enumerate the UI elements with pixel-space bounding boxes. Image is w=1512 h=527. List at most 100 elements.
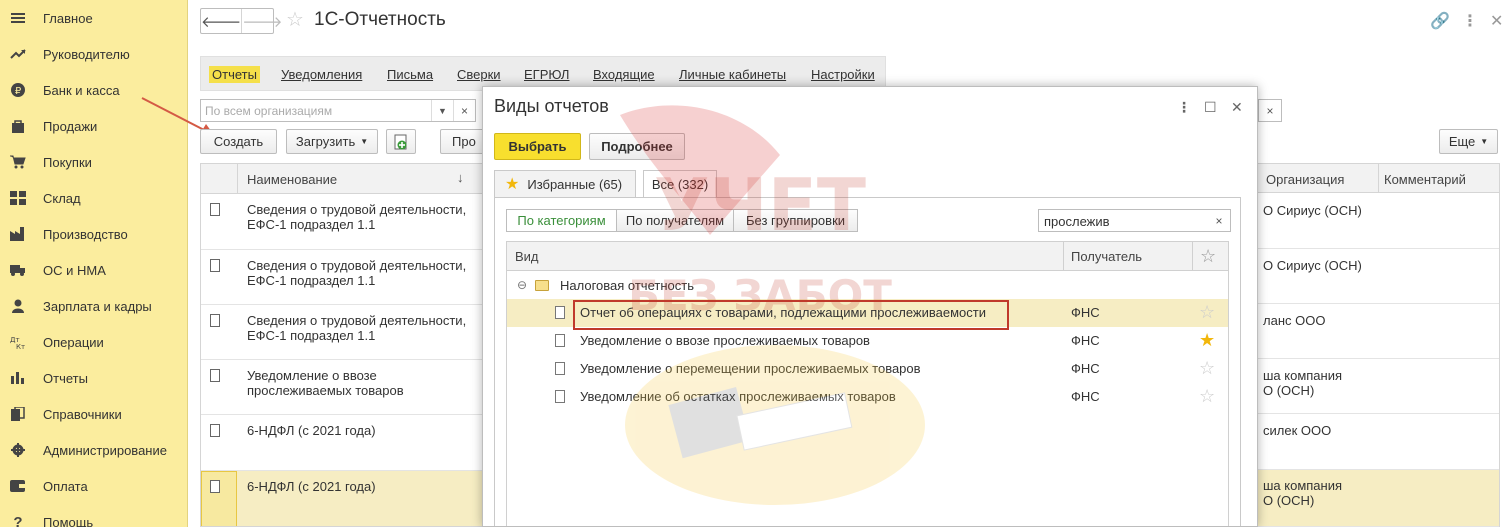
- list-item[interactable]: Уведомление о перемещении прослеживаемых…: [507, 355, 1228, 383]
- search-input[interactable]: прослежив ×: [1038, 209, 1231, 232]
- column-header-recipient[interactable]: Получатель: [1071, 249, 1142, 264]
- row-organization: ланс ООО: [1263, 313, 1326, 328]
- group-by-recipient-button[interactable]: По получателям: [616, 209, 734, 232]
- group-by-category-button[interactable]: По категориям: [506, 209, 617, 232]
- more-button[interactable]: Еще ▼: [1439, 129, 1498, 154]
- truck-icon: [10, 262, 26, 278]
- tab-letters[interactable]: Письма: [387, 67, 433, 82]
- sidebar-item-salary[interactable]: Зарплата и кадры: [0, 288, 188, 324]
- document-icon: [210, 369, 220, 382]
- tab-reports[interactable]: Отчеты: [209, 66, 260, 83]
- factory-icon: [10, 226, 26, 242]
- load-button[interactable]: Загрузить ▼: [286, 129, 378, 154]
- svg-text:Кт: Кт: [16, 343, 25, 349]
- list-item[interactable]: Уведомление о ввозе прослеживаемых товар…: [507, 327, 1228, 355]
- grid-header: Вид Получатель ☆: [507, 242, 1228, 271]
- select-button[interactable]: Выбрать: [494, 133, 581, 160]
- table-row[interactable]: [1256, 193, 1499, 249]
- bag-icon: [10, 118, 26, 134]
- row-organization: силек ООО: [1263, 423, 1332, 438]
- column-header-name[interactable]: Наименование: [247, 172, 337, 187]
- sidebar-item-main[interactable]: Главное: [0, 0, 188, 36]
- maximize-icon[interactable]: ☐: [1204, 99, 1217, 116]
- column-header-organization[interactable]: Организация: [1266, 172, 1344, 187]
- table-row[interactable]: Сведения о трудовой деятельности, ЕФС-1 …: [201, 305, 497, 360]
- wallet-icon: [10, 478, 26, 494]
- star-outline-icon[interactable]: ☆: [1200, 246, 1216, 267]
- add-file-button[interactable]: [386, 129, 416, 154]
- table-row[interactable]: Уведомление о ввозе прослеживаемых товар…: [201, 360, 497, 415]
- sidebar-item-warehouse[interactable]: Склад: [0, 180, 188, 216]
- close-icon[interactable]: ✕: [1490, 11, 1503, 31]
- row-organization: О Сириус (ОСН): [1263, 203, 1362, 218]
- group-row[interactable]: ⊖ Налоговая отчетность: [507, 275, 1228, 297]
- close-icon[interactable]: ✕: [1231, 99, 1243, 116]
- check-button[interactable]: Про: [440, 129, 484, 154]
- document-icon: [210, 259, 220, 272]
- star-outline-icon[interactable]: ☆: [1199, 358, 1215, 379]
- more-menu-icon[interactable]: ⋮: [1177, 99, 1191, 116]
- tab-reconciliations[interactable]: Сверки: [457, 67, 501, 82]
- sidebar-item-directories[interactable]: Справочники: [0, 396, 188, 432]
- report-recipient: ФНС: [1071, 333, 1100, 348]
- forward-button[interactable]: 🡒: [241, 9, 282, 33]
- load-button-label: Загрузить: [295, 134, 356, 149]
- no-grouping-button[interactable]: Без группировки: [733, 209, 858, 232]
- list-item[interactable]: Уведомление об остатках прослеживаемых т…: [507, 383, 1228, 411]
- column-header-comment[interactable]: Комментарий: [1384, 172, 1466, 187]
- sidebar-item-label: Справочники: [43, 406, 122, 422]
- tab-favorites[interactable]: ★ Избранные (65): [494, 170, 636, 197]
- tab-all[interactable]: Все (332): [643, 170, 717, 198]
- list-item-selected[interactable]: Отчет об операциях с товарами, подлежащи…: [507, 299, 1228, 330]
- organization-filter[interactable]: По всем организациям ▼ ×: [200, 99, 476, 122]
- link-icon[interactable]: 🔗: [1430, 11, 1450, 31]
- tab-settings[interactable]: Настройки: [811, 67, 875, 82]
- table-row[interactable]: Сведения о трудовой деятельности, ЕФС-1 …: [201, 194, 497, 250]
- tab-egrul[interactable]: ЕГРЮЛ: [524, 67, 569, 82]
- column-header-kind[interactable]: Вид: [515, 249, 539, 264]
- report-recipient: ФНС: [1071, 305, 1100, 320]
- sidebar-item-admin[interactable]: Администрирование: [0, 432, 188, 468]
- sidebar-item-label: Помощь: [43, 514, 94, 527]
- back-button[interactable]: 🡐: [201, 9, 241, 33]
- sort-down-icon: ↓: [457, 170, 464, 185]
- clear-period-button[interactable]: ×: [1258, 99, 1282, 122]
- tab-incoming[interactable]: Входящие: [593, 67, 655, 82]
- dropdown-icon[interactable]: ▼: [431, 100, 453, 121]
- books-icon: [10, 406, 26, 422]
- more-menu-icon[interactable]: ⋮: [1462, 11, 1478, 31]
- favorite-star-icon[interactable]: ☆: [286, 9, 304, 31]
- sidebar-item-reports[interactable]: Отчеты: [0, 360, 188, 396]
- star-outline-icon[interactable]: ☆: [1199, 302, 1215, 323]
- table-row[interactable]: 6-НДФЛ (с 2021 года): [201, 415, 497, 471]
- details-button[interactable]: Подробнее: [589, 133, 685, 160]
- sidebar-item-label: Продажи: [43, 118, 98, 134]
- sidebar-item-help[interactable]: ? Помощь: [0, 504, 188, 527]
- table-header-right: Организация Комментарий: [1255, 163, 1500, 193]
- sidebar-item-payment[interactable]: Оплата: [0, 468, 188, 504]
- sidebar-item-manager[interactable]: Руководителю: [0, 36, 188, 72]
- collapse-icon[interactable]: ⊖: [517, 278, 527, 292]
- sidebar-item-label: Производство: [43, 226, 128, 242]
- tab-notifications[interactable]: Уведомления: [281, 67, 362, 82]
- sidebar-item-purchases[interactable]: Покупки: [0, 144, 188, 180]
- dialog-title: Виды отчетов: [494, 96, 609, 116]
- sidebar-item-assets[interactable]: ОС и НМА: [0, 252, 188, 288]
- table-row[interactable]: Сведения о трудовой деятельности, ЕФС-1 …: [201, 250, 497, 305]
- table-header: Наименование ↓: [201, 164, 497, 194]
- sidebar-item-production[interactable]: Производство: [0, 216, 188, 252]
- star-outline-icon[interactable]: ☆: [1199, 386, 1215, 407]
- reports-table: Наименование ↓ Сведения о трудовой деяте…: [200, 163, 498, 527]
- document-icon: [210, 203, 220, 216]
- sidebar-item-operations[interactable]: Дт Кт Операции: [0, 324, 188, 360]
- star-filled-icon[interactable]: ★: [1199, 330, 1215, 351]
- clear-filter-button[interactable]: ×: [453, 100, 475, 121]
- add-file-icon: [394, 134, 407, 149]
- clear-search-button[interactable]: ×: [1208, 210, 1230, 231]
- create-button[interactable]: Создать: [200, 129, 277, 154]
- bar-chart-icon: [10, 370, 26, 386]
- table-row-selected[interactable]: 6-НДФЛ (с 2021 года): [201, 471, 497, 526]
- trend-icon: [10, 46, 26, 62]
- tab-personal-accounts[interactable]: Личные кабинеты: [679, 67, 786, 82]
- report-name: Уведомление о перемещении прослеживаемых…: [580, 361, 921, 376]
